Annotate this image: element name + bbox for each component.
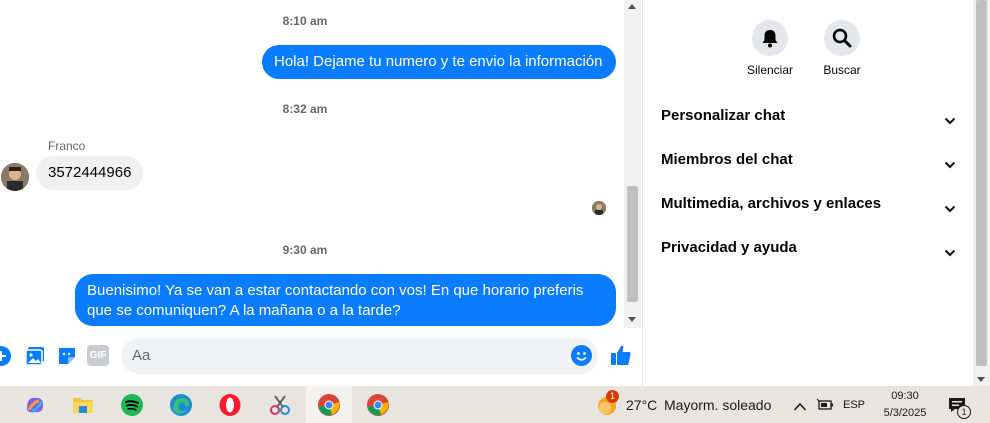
mute-label: Silenciar [746, 63, 794, 77]
emoji-icon[interactable] [571, 345, 592, 366]
read-receipt-avatar [592, 201, 606, 215]
battery-icon[interactable] [816, 398, 834, 412]
chat-details-panel: Silenciar Buscar Personalizar chat Miemb… [643, 0, 973, 386]
notification-count: 1 [957, 405, 971, 419]
weather-badge: 1 [606, 390, 619, 403]
chevron-down-icon [944, 244, 956, 262]
scroll-down-arrow[interactable] [977, 377, 985, 382]
scrollbar-thumb[interactable] [627, 186, 638, 302]
scroll-up-arrow[interactable] [628, 4, 636, 9]
sticker-icon[interactable] [57, 346, 77, 371]
timestamp: 8:10 am [282, 14, 328, 28]
clock-date[interactable]: 5/3/2025 [875, 407, 935, 419]
snipping-tool-icon[interactable] [268, 393, 292, 417]
message-composer: GIF Aa [0, 328, 643, 386]
like-icon[interactable] [610, 344, 632, 371]
message-input-placeholder: Aa [132, 347, 151, 364]
scroll-down-arrow[interactable] [628, 317, 636, 322]
weather-condition[interactable]: Mayorm. soleado [664, 397, 771, 413]
sender-name: Franco [48, 139, 86, 153]
page-scrollbar[interactable] [973, 0, 990, 386]
spotify-icon[interactable] [120, 393, 144, 417]
section-label: Miembros del chat [661, 151, 793, 168]
incoming-message[interactable]: 3572444966 [36, 156, 144, 190]
search-icon[interactable] [824, 20, 860, 56]
search-label: Buscar [823, 63, 861, 77]
chevron-down-icon [944, 156, 956, 174]
message-thread[interactable]: 8:10 am Hola! Dejame tu numero y te envi… [0, 0, 624, 328]
windows-taskbar: 1 27°C Mayorm. soleado ESP 09:30 5/3/202… [0, 386, 990, 423]
clock-time[interactable]: 09:30 [880, 390, 930, 402]
bell-icon[interactable] [752, 20, 788, 56]
chevron-up-icon[interactable] [793, 399, 807, 411]
file-explorer-icon[interactable] [71, 393, 95, 417]
plus-circle-icon[interactable] [0, 346, 11, 371]
gif-icon[interactable]: GIF [87, 345, 109, 366]
scrollbar-thumb[interactable] [976, 0, 987, 366]
mute-action[interactable]: Silenciar [735, 20, 805, 77]
chevron-down-icon [944, 112, 956, 130]
search-action[interactable]: Buscar [807, 20, 877, 77]
chrome-icon[interactable] [366, 393, 390, 417]
section-chat-members[interactable]: Miembros del chat [643, 139, 973, 183]
chrome-icon[interactable] [317, 393, 341, 417]
copilot-icon[interactable] [23, 393, 47, 417]
section-label: Personalizar chat [661, 107, 786, 124]
messenger-window: 8:10 am Hola! Dejame tu numero y te envi… [0, 0, 990, 386]
timestamp: 9:30 am [282, 243, 328, 257]
chevron-down-icon [944, 200, 956, 218]
section-privacy-help[interactable]: Privacidad y ayuda [643, 227, 973, 271]
section-label: Multimedia, archivos y enlaces [661, 195, 882, 212]
avatar[interactable] [1, 163, 29, 191]
chat-scrollbar[interactable] [624, 0, 641, 328]
opera-icon[interactable] [218, 393, 242, 417]
section-customize-chat[interactable]: Personalizar chat [643, 95, 973, 139]
outgoing-message[interactable]: Buenisimo! Ya se van a estar contactando… [75, 274, 616, 326]
photo-icon[interactable] [25, 346, 45, 371]
section-label: Privacidad y ayuda [661, 239, 797, 256]
input-language[interactable]: ESP [843, 399, 865, 411]
timestamp: 8:32 am [282, 102, 328, 116]
section-media-files-links[interactable]: Multimedia, archivos y enlaces [643, 183, 973, 227]
edge-icon[interactable] [169, 393, 193, 417]
message-input[interactable]: Aa [121, 338, 598, 374]
outgoing-message[interactable]: Hola! Dejame tu numero y te envio la inf… [262, 45, 616, 79]
temperature[interactable]: 27°C [626, 397, 657, 413]
